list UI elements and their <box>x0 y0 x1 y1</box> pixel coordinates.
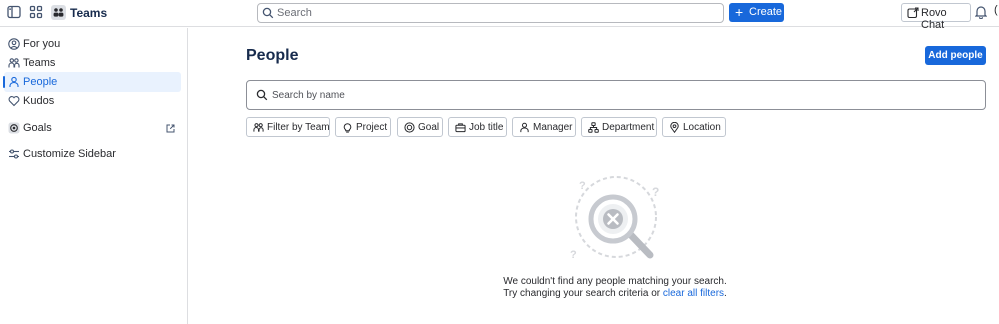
empty-state-message: We couldn't find any people matching you… <box>440 276 790 300</box>
create-label: Create <box>749 6 783 18</box>
search-icon <box>262 7 274 19</box>
svg-text:?: ? <box>579 180 586 192</box>
sidebar-item-teams[interactable]: Teams <box>4 53 181 73</box>
sidebar: For you Teams People Kudos Goals Customi… <box>0 28 188 324</box>
sidebar-item-people[interactable]: People <box>4 72 181 92</box>
hierarchy-icon <box>588 122 599 133</box>
notifications-bell-icon[interactable] <box>975 5 987 19</box>
sidebar-item-label: Customize Sidebar <box>23 148 116 160</box>
briefcase-icon <box>455 122 466 133</box>
page-title: People <box>246 47 299 64</box>
clear-all-filters-link[interactable]: clear all filters <box>663 288 724 299</box>
filter-goal-button[interactable]: Goal <box>397 117 443 137</box>
people-search-input[interactable]: Search by name <box>246 80 986 110</box>
no-results-illustration: ? ? ? <box>566 176 666 266</box>
rovo-chat-button[interactable]: Rovo Chat <box>901 3 971 31</box>
goal-icon <box>8 122 20 134</box>
empty-state-line2-text: Try changing your search criteria or <box>503 288 661 299</box>
empty-state-period: . <box>724 288 727 299</box>
customize-icon <box>8 148 20 160</box>
empty-state-line2: Try changing your search criteria or cle… <box>440 288 790 300</box>
people-icon <box>253 122 264 133</box>
search-icon <box>256 89 268 101</box>
sidebar-item-label: Goals <box>23 122 52 134</box>
magnifier-x-icon: ? ? ? <box>570 176 659 261</box>
sidebar-item-label: Teams <box>23 57 56 69</box>
filter-label: Project <box>356 122 388 133</box>
heart-icon <box>8 95 20 107</box>
sidebar-item-kudos[interactable]: Kudos <box>4 91 181 111</box>
global-search-input[interactable]: Search <box>257 3 724 23</box>
filter-project-button[interactable]: Project <box>335 117 391 137</box>
svg-text:?: ? <box>652 185 659 199</box>
add-people-button[interactable]: Add people <box>925 46 986 65</box>
sidebar-item-label: People <box>23 76 58 88</box>
filter-team-button[interactable]: Filter by Team <box>246 117 330 137</box>
person-icon <box>8 76 20 88</box>
active-indicator <box>3 76 5 88</box>
filter-job-title-button[interactable]: Job title <box>448 117 507 137</box>
filter-label: Filter by Team <box>267 122 330 133</box>
svg-text:?: ? <box>570 249 577 261</box>
people-icon <box>8 57 20 69</box>
external-link-icon[interactable] <box>166 124 175 133</box>
filter-label: Manager <box>533 122 573 133</box>
user-circle-icon <box>8 38 20 50</box>
sidebar-item-customize[interactable]: Customize Sidebar <box>4 144 181 164</box>
sidebar-item-for-you[interactable]: For you <box>4 34 181 54</box>
search-placeholder: Search by name <box>272 90 345 101</box>
filter-manager-button[interactable]: Manager <box>512 117 576 137</box>
filter-label: Location <box>683 122 721 133</box>
top-navigation-bar: Teams Search + Create Rovo Chat ( <box>0 0 999 31</box>
person-icon <box>519 122 530 133</box>
sidebar-item-goals[interactable]: Goals <box>4 118 181 138</box>
filter-label: Department <box>602 122 655 133</box>
teams-app-icon[interactable] <box>51 5 66 20</box>
filter-label: Job title <box>469 122 504 133</box>
filter-location-button[interactable]: Location <box>662 117 726 137</box>
rovo-chat-label: Rovo Chat <box>921 7 947 31</box>
sidebar-toggle-icon[interactable] <box>7 5 23 21</box>
chat-icon <box>907 7 919 19</box>
empty-state-line1: We couldn't find any people matching you… <box>503 276 727 287</box>
app-switcher-icon[interactable] <box>29 5 45 21</box>
sidebar-item-label: For you <box>23 38 61 50</box>
location-pin-icon <box>669 122 680 133</box>
app-name[interactable]: Teams <box>70 6 107 20</box>
filter-label: Goal <box>418 122 440 133</box>
search-placeholder: Search <box>277 7 312 19</box>
lightbulb-icon <box>342 122 353 133</box>
sidebar-item-label: Kudos <box>23 95 55 107</box>
help-icon-partial[interactable]: ( <box>994 4 998 16</box>
plus-icon: + <box>735 4 744 20</box>
target-icon <box>404 122 415 133</box>
filter-department-button[interactable]: Department <box>581 117 657 137</box>
create-button[interactable]: + Create <box>729 3 784 22</box>
